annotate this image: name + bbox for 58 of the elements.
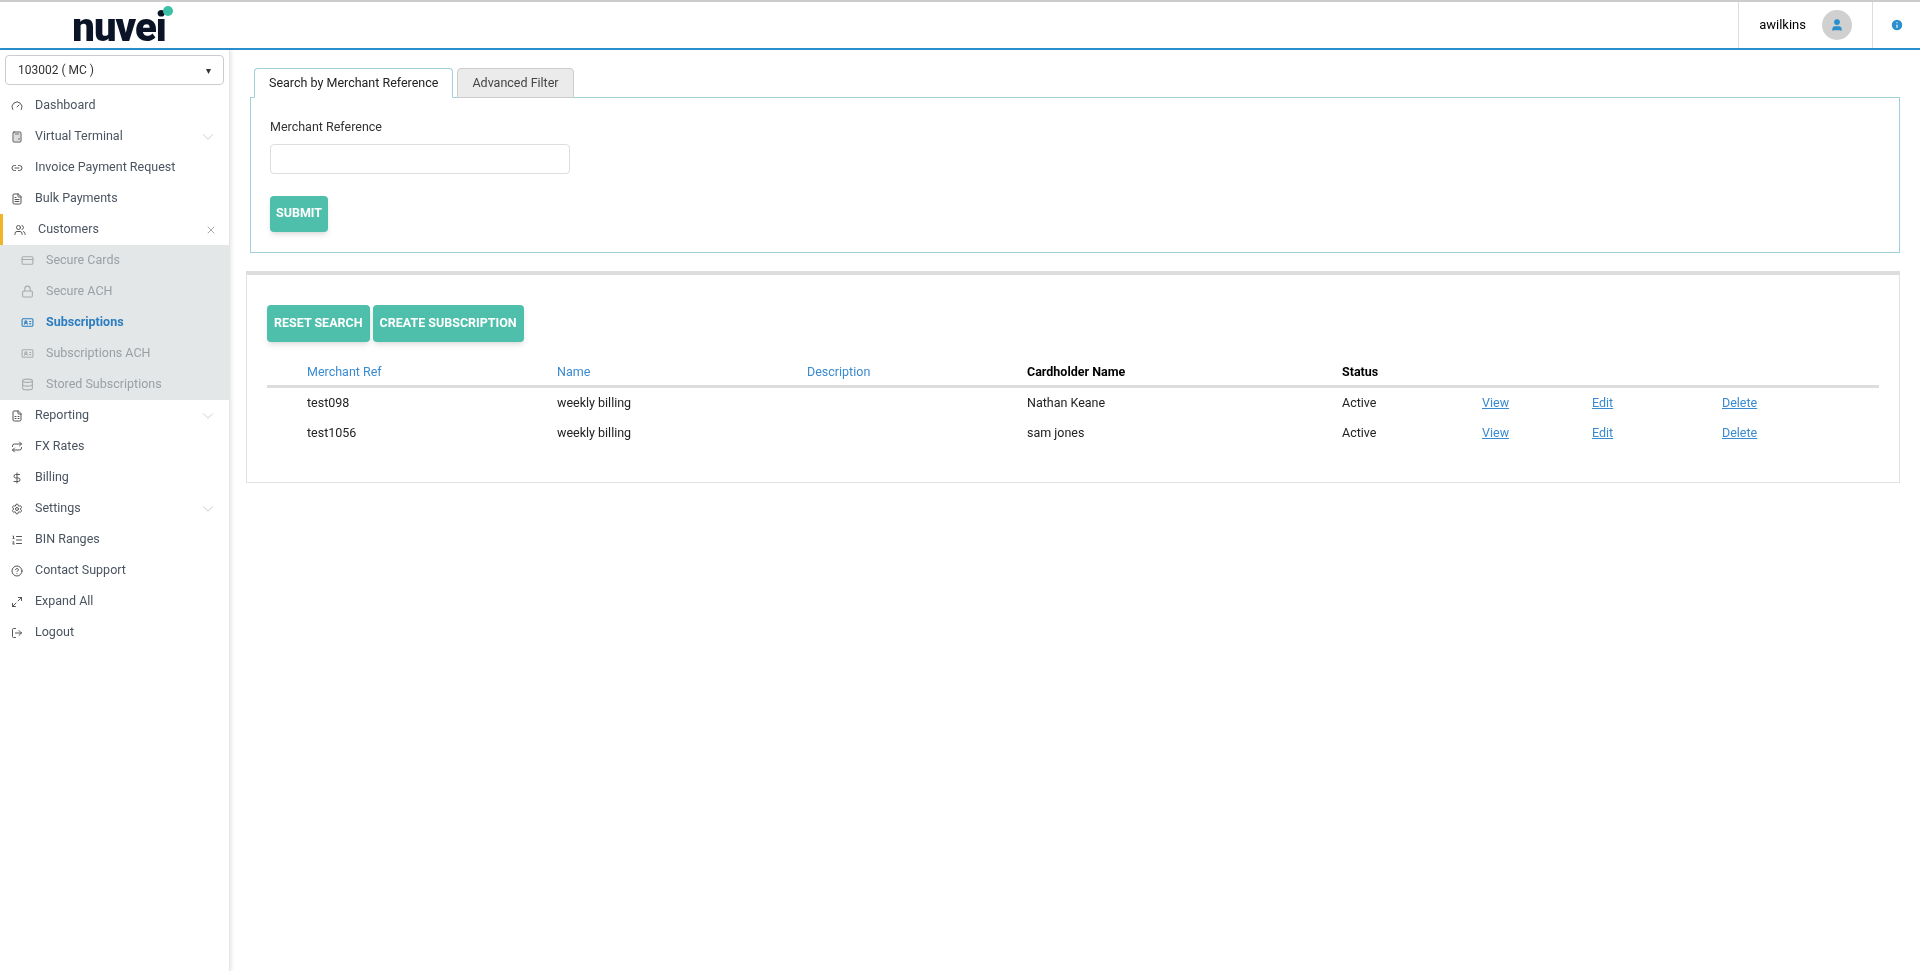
- dollar-icon: [11, 471, 23, 484]
- row-link[interactable]: Delete: [1722, 394, 1758, 410]
- document-icon: [11, 192, 23, 205]
- table-cell-text: weekly billing: [557, 393, 633, 412]
- row-link[interactable]: Edit: [1592, 394, 1614, 410]
- list-icon: [11, 533, 23, 546]
- column-header[interactable]: Name: [557, 363, 807, 382]
- gears-icon: [11, 502, 23, 515]
- help-icon: [11, 564, 23, 577]
- report-icon: [11, 409, 23, 422]
- table-cell-text: weekly billing: [557, 423, 633, 442]
- table-cell-text: Nathan Keane: [1027, 393, 1107, 412]
- column-header[interactable]: Description: [807, 363, 1027, 382]
- table-cell-text: Active: [1342, 423, 1378, 442]
- row-link[interactable]: View: [1482, 394, 1510, 410]
- row-link[interactable]: Delete: [1722, 424, 1758, 440]
- column-header: Cardholder Name: [1027, 363, 1127, 382]
- tab[interactable]: Advanced Filter: [457, 68, 574, 98]
- logout-icon: [11, 626, 23, 639]
- nav-item[interactable]: Invoice Payment Request: [0, 152, 229, 183]
- info-icon[interactable]: [1889, 18, 1904, 32]
- nav-subitem[interactable]: Subscriptions: [0, 307, 229, 338]
- nav-item[interactable]: Reporting: [0, 400, 229, 431]
- nav-item[interactable]: Virtual Terminal: [0, 121, 229, 152]
- tab[interactable]: Search by Merchant Reference: [254, 68, 454, 98]
- lock-icon: [21, 285, 34, 298]
- column-header[interactable]: Merchant Ref: [307, 363, 557, 382]
- users-icon: [14, 223, 26, 236]
- nav-item[interactable]: Expand All: [0, 586, 229, 617]
- nav-item[interactable]: FX Rates: [0, 431, 229, 462]
- id-card-icon: [21, 316, 34, 329]
- arrows-icon: [11, 440, 23, 453]
- nav-item[interactable]: Bulk Payments: [0, 183, 229, 214]
- table-cell-text: test1056: [307, 423, 358, 442]
- card-icon: [21, 254, 34, 267]
- input-field[interactable]: [270, 143, 570, 174]
- table-cell-text: test098: [307, 393, 351, 412]
- field-label: Merchant Reference: [270, 118, 383, 136]
- table-cell-text: Active: [1342, 393, 1378, 412]
- row-link[interactable]: View: [1482, 424, 1510, 440]
- nav-item[interactable]: Billing: [0, 462, 229, 493]
- table-cell-text: sam jones: [1027, 423, 1086, 442]
- nav-item[interactable]: BIN Ranges: [0, 524, 229, 555]
- expand-icon: [11, 595, 23, 608]
- username[interactable]: awilkins: [1759, 15, 1806, 35]
- logo: nuvei: [71, 8, 166, 48]
- database-icon: [21, 378, 34, 391]
- id-card-icon: [21, 347, 34, 360]
- nav-item[interactable]: Logout: [0, 617, 229, 648]
- gauge-icon: [11, 99, 23, 112]
- avatar-icon[interactable]: [1822, 10, 1852, 40]
- nav-item[interactable]: Contact Support: [0, 555, 229, 586]
- account-select[interactable]: 103002 ( MC ) ▾: [5, 55, 224, 85]
- nav-item[interactable]: Dashboard: [0, 90, 229, 121]
- column-header: Status: [1342, 363, 1380, 382]
- calculator-icon: [11, 130, 23, 143]
- row-link[interactable]: Edit: [1592, 424, 1614, 440]
- nav-item[interactable]: Settings: [0, 493, 229, 524]
